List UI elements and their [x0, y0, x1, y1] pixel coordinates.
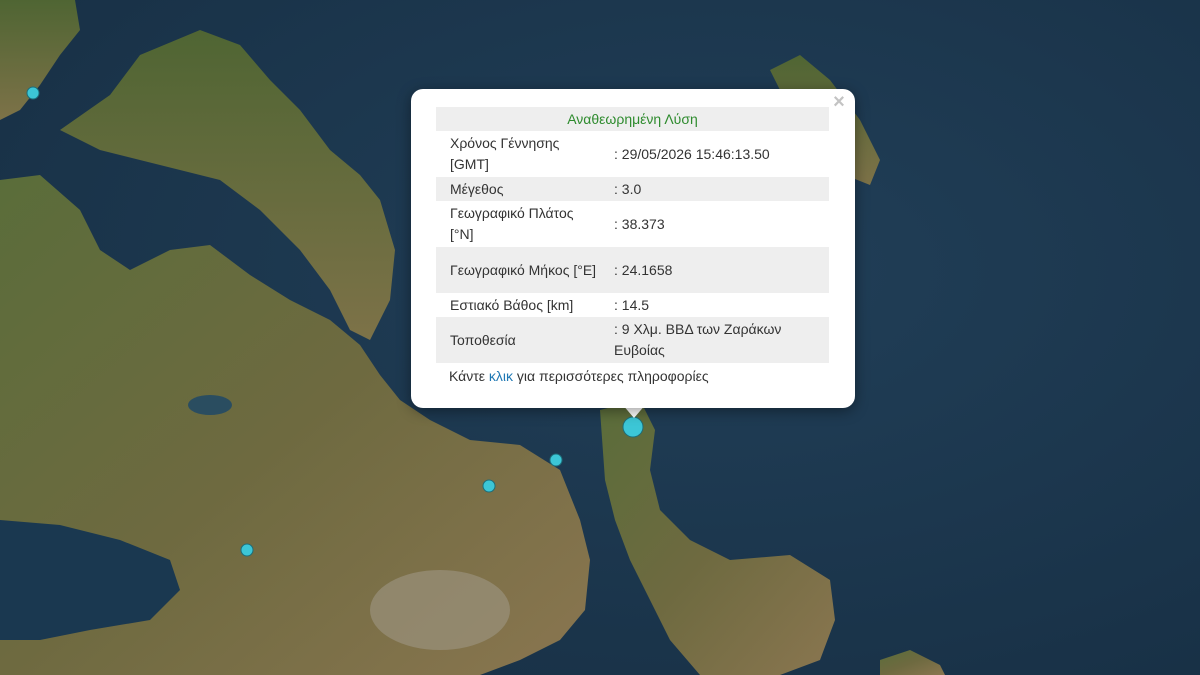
table-row: Γεωγραφικό Πλάτος [°N] : 38.373	[436, 201, 829, 247]
table-row: Γεωγραφικό Μήκος [°E] : 24.1658	[436, 247, 829, 293]
table-row: Εστιακό Βάθος [km] : 14.5	[436, 293, 829, 317]
footer-text-after: για περισσότερες πληροφορίες	[513, 368, 709, 384]
row-label: Εστιακό Βάθος [km]	[450, 296, 574, 313]
event-info-table: Αναθεωρημένη Λύση Χρόνος Γέννησης [GMT] …	[436, 107, 829, 363]
lake	[188, 395, 232, 415]
row-value: : 38.373	[614, 215, 665, 232]
row-value: : 29/05/2026 15:46:13.50	[614, 145, 770, 162]
earthquake-marker-icon[interactable]	[549, 453, 563, 467]
close-icon[interactable]: ×	[831, 92, 847, 112]
popup-footer: Κάντε κλικ για περισσότερες πληροφορίες	[449, 368, 709, 384]
row-value: : 3.0	[600, 177, 829, 201]
table-row: Χρόνος Γέννησης [GMT] : 29/05/2026 15:46…	[436, 131, 829, 177]
earthquake-marker-icon[interactable]	[240, 543, 254, 557]
row-label: Γεωγραφικό Μήκος [°E]	[436, 247, 600, 293]
row-label: Χρόνος Γέννησης [GMT]	[450, 135, 560, 172]
row-value: : 9 Χλμ. ΒΒΔ των Ζαράκων Ευβοίας	[600, 317, 829, 363]
table-row: Μέγεθος : 3.0	[436, 177, 829, 201]
row-value: : 14.5	[614, 296, 650, 313]
row-label: Μέγεθος	[436, 177, 600, 201]
earthquake-marker-icon[interactable]	[482, 479, 496, 493]
table-row: Αναθεωρημένη Λύση	[436, 107, 829, 131]
row-label: Τοποθεσία	[436, 317, 600, 363]
table-row: Τοποθεσία : 9 Χλμ. ΒΒΔ των Ζαράκων Ευβοί…	[436, 317, 829, 363]
popup-title: Αναθεωρημένη Λύση	[436, 107, 829, 131]
footer-text-before: Κάντε	[449, 368, 489, 384]
more-info-link[interactable]: κλικ	[489, 368, 513, 384]
row-value: : 24.1658	[600, 247, 829, 293]
earthquake-marker-icon[interactable]	[26, 86, 40, 100]
urban-area	[370, 570, 510, 650]
earthquake-marker-selected-icon[interactable]	[622, 416, 644, 438]
row-label: Γεωγραφικό Πλάτος [°N]	[450, 205, 574, 242]
event-popup: × Αναθεωρημένη Λύση Χρόνος Γέννησης [GMT…	[411, 89, 855, 408]
